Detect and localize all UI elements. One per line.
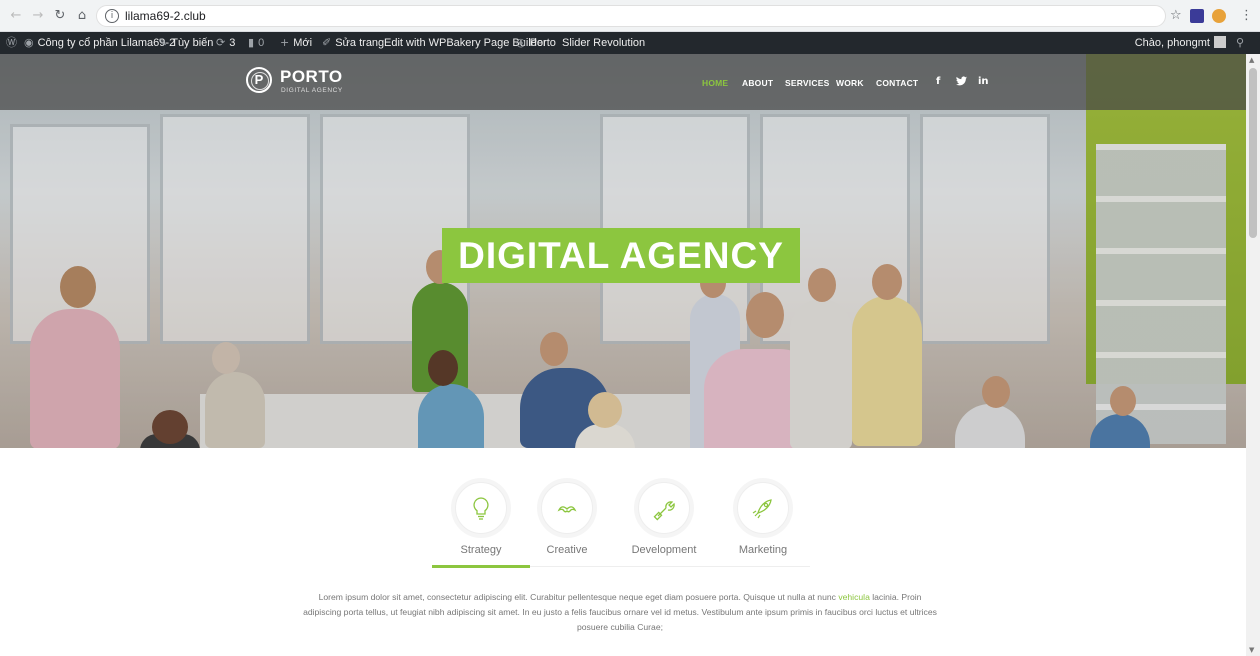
tab-icon-circle: [737, 482, 789, 534]
extension-icon[interactable]: [1190, 9, 1204, 23]
plus-icon: +: [280, 36, 290, 49]
admin-slider-revolution[interactable]: Slider Revolution: [562, 36, 645, 50]
brush-icon: ✎: [158, 36, 168, 49]
tab-development[interactable]: Development: [615, 482, 713, 570]
tab-label: Development: [631, 544, 697, 556]
updates-icon: ⟳: [216, 36, 226, 49]
nav-services[interactable]: SERVICES: [785, 78, 829, 88]
site-header: P PORTO DIGITAL AGENCY HOME ABOUT SERVIC…: [0, 54, 1246, 110]
avatar: [1213, 36, 1226, 48]
mustache-icon: [557, 506, 577, 513]
porto-icon: ◎: [516, 36, 526, 49]
nav-work[interactable]: WORK: [836, 78, 864, 88]
scrollbar-thumb[interactable]: [1249, 68, 1257, 238]
admin-edit-page-label: Sửa trang: [335, 37, 385, 49]
reload-icon[interactable]: ↻: [52, 8, 68, 24]
admin-site-name-label: Công ty cổ phần Lilama69-2: [37, 37, 176, 49]
nav-contact[interactable]: CONTACT: [876, 78, 918, 88]
tab-label: Marketing: [738, 544, 788, 556]
admin-site-name[interactable]: ◉ Công ty cổ phần Lilama69-2: [24, 36, 175, 50]
admin-new[interactable]: + Mới: [280, 36, 312, 50]
comment-icon: ▮: [248, 36, 255, 49]
search-icon[interactable]: ⚲: [1236, 36, 1244, 49]
scroll-up-icon[interactable]: ▲: [1249, 56, 1254, 64]
wrench-icon: [653, 501, 675, 521]
logo-subtitle: DIGITAL AGENCY: [281, 87, 343, 94]
tab-icon-circle: [638, 482, 690, 534]
wp-admin-bar: Ⓦ ◉ Công ty cổ phần Lilama69-2 ✎ Tùy biến …: [0, 32, 1260, 54]
admin-account[interactable]: Chào, phongmt ⚲: [1135, 36, 1248, 50]
nav-about[interactable]: ABOUT: [742, 78, 773, 88]
paragraph-link[interactable]: vehicula: [838, 592, 870, 602]
tab-active-indicator: [432, 565, 530, 568]
admin-edit-page[interactable]: ✐ Sửa trang: [322, 36, 384, 50]
nav-home[interactable]: HOME: [702, 78, 728, 88]
updates-count: 3: [229, 37, 236, 49]
lightbulb-icon: [473, 497, 489, 520]
admin-porto[interactable]: ◎ Porto: [516, 36, 556, 50]
pencil-icon: ✐: [322, 36, 332, 49]
tab-icon-circle: [455, 482, 507, 534]
logo-icon[interactable]: P: [246, 67, 272, 93]
comments-count: 0: [258, 37, 265, 49]
tab-strategy[interactable]: Strategy: [432, 482, 530, 570]
tab-label: Creative: [546, 544, 588, 556]
admin-comments[interactable]: ▮ 0: [248, 36, 264, 50]
admin-customize-label: Tùy biến: [171, 37, 214, 49]
info-icon[interactable]: i: [105, 9, 119, 23]
address-url: lilama69-2.club: [125, 9, 206, 23]
logo-title[interactable]: PORTO: [280, 67, 343, 87]
hero-title-box: DIGITAL AGENCY: [442, 228, 800, 283]
admin-porto-label: Porto: [529, 37, 556, 49]
back-arrow-icon[interactable]: ←: [8, 8, 24, 24]
admin-customize[interactable]: ✎ Tùy biến: [158, 36, 213, 50]
scroll-down-icon[interactable]: ▼: [1249, 646, 1254, 654]
wordpress-logo-icon[interactable]: Ⓦ: [6, 36, 21, 50]
admin-updates[interactable]: ⟳ 3: [216, 36, 235, 50]
admin-new-label: Mới: [293, 37, 313, 49]
admin-greeting: Chào, phongmt: [1134, 37, 1210, 49]
twitter-icon[interactable]: [956, 76, 967, 89]
extension-icon[interactable]: [1212, 9, 1226, 23]
address-bar[interactable]: i lilama69-2.club: [96, 5, 1166, 27]
home-icon[interactable]: ⌂: [74, 8, 90, 24]
star-icon[interactable]: ☆: [1170, 8, 1182, 23]
rocket-icon: [752, 499, 772, 519]
paragraph-text: Lorem ipsum dolor sit amet, consectetur …: [318, 592, 836, 602]
dashboard-icon: ◉: [24, 36, 34, 49]
page-scrollbar[interactable]: ▲ ▼: [1246, 54, 1260, 656]
tab-marketing[interactable]: Marketing: [714, 482, 812, 570]
tab-creative[interactable]: Creative: [518, 482, 616, 570]
tab-content-paragraph: Lorem ipsum dolor sit amet, consectetur …: [300, 590, 940, 635]
facebook-icon[interactable]: f: [936, 76, 940, 87]
hero-title: DIGITAL AGENCY: [458, 235, 784, 276]
tab-icon-circle: [541, 482, 593, 534]
tab-label: Strategy: [460, 544, 502, 556]
browser-toolbar: ← → ↻ ⌂ i lilama69-2.club ☆ ⋮: [0, 0, 1260, 32]
kebab-menu-icon[interactable]: ⋮: [1240, 8, 1253, 23]
logo-letter: P: [254, 72, 264, 87]
forward-arrow-icon[interactable]: →: [30, 8, 46, 24]
linkedin-icon[interactable]: in: [978, 76, 989, 87]
